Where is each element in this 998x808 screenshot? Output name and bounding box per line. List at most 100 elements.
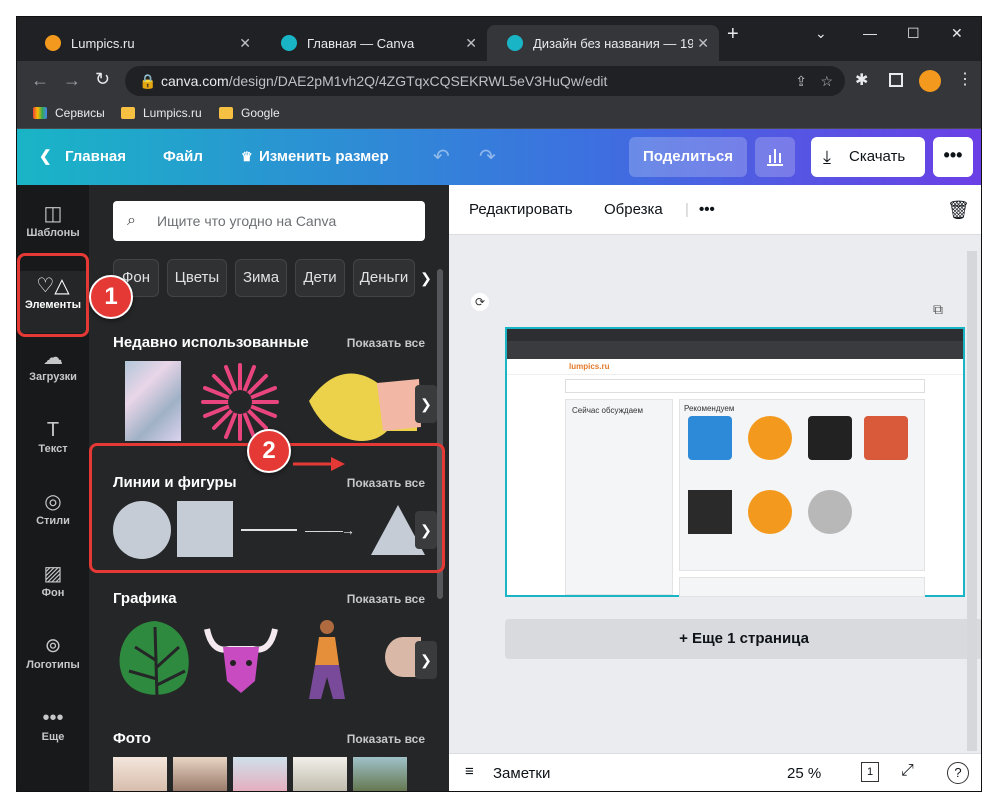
step-badge-2: 2 (247, 429, 291, 473)
background-pattern-icon: ▨ (43, 563, 63, 585)
home-button[interactable]: Главная (65, 129, 126, 185)
chip-money[interactable]: Деньги (353, 259, 415, 297)
profile-avatar[interactable] (919, 70, 941, 92)
bookmark-star-icon[interactable]: ☆ (820, 66, 833, 96)
maximize-icon[interactable]: ☐ (907, 25, 920, 42)
add-page-button[interactable]: + Еще 1 страница (505, 619, 981, 659)
resize-button[interactable]: Изменить размер (259, 129, 389, 185)
chip-kids[interactable]: Дети (295, 259, 345, 297)
rotate-icon[interactable]: ⟳ (471, 293, 489, 311)
fullscreen-icon[interactable]: ⤢ (901, 762, 914, 780)
close-tab-icon[interactable]: ✕ (239, 35, 251, 52)
tab-canva-design[interactable]: Дизайн без названия — 1938 ✕ (487, 25, 719, 61)
rail-label: Фон (41, 587, 65, 599)
bookmark-services[interactable]: Сервисы (33, 106, 105, 120)
embedded-discussed-heading: Сейчас обсуждаем (572, 406, 643, 415)
close-window-icon[interactable]: ✕ (951, 25, 963, 42)
share-button[interactable]: Поделиться (629, 137, 747, 177)
help-icon[interactable]: ? (947, 762, 969, 784)
embedded-bottom-row (679, 577, 925, 597)
holographic-texture-image[interactable] (125, 361, 181, 441)
share-page-icon[interactable]: ⇪ (795, 66, 807, 96)
zoom-level[interactable]: 25 % (787, 765, 821, 782)
file-menu[interactable]: Файл (163, 129, 203, 185)
menu-icon[interactable]: ⋮ (957, 69, 973, 89)
crop-button[interactable]: Обрезка (604, 185, 663, 235)
back-icon[interactable]: ← (31, 70, 49, 91)
embedded-tile-image (688, 416, 732, 460)
rail-styles[interactable]: ◎ Стили (17, 489, 89, 527)
notes-icon: ≡ (465, 763, 474, 780)
download-button[interactable]: ⤓ Скачать (811, 137, 925, 177)
trash-icon[interactable]: 🗑 (947, 185, 970, 235)
editor-footer: ≡ Заметки 25 % 1 ⤢ ? (449, 753, 981, 791)
tab-search-icon[interactable]: ⌄ (815, 25, 827, 42)
insights-button[interactable] (755, 137, 795, 177)
graphics-next-icon[interactable]: ❯ (415, 641, 437, 679)
photo-thumbnail[interactable] (233, 757, 287, 791)
rail-more[interactable]: ••• Еще (17, 705, 89, 743)
close-tab-icon[interactable]: ✕ (465, 35, 477, 52)
address-bar[interactable]: 🔒 canva.com/design/DAE2pM1vh2Q/4ZGTqxCQS… (125, 66, 845, 96)
photo-thumbnail[interactable] (353, 757, 407, 791)
canva-favicon-icon (281, 35, 297, 51)
close-tab-icon[interactable]: ✕ (693, 35, 709, 52)
embedded-tile-image (748, 416, 792, 460)
undo-icon[interactable]: ↶ (433, 129, 450, 185)
bookmark-google[interactable]: Google (219, 106, 280, 120)
photo-thumbnail[interactable] (173, 757, 227, 791)
design-page-image[interactable]: lumpics.ru Сейчас обсуждаем Рекомендуем (505, 327, 965, 597)
chip-flowers[interactable]: Цветы (167, 259, 227, 297)
extensions-icon[interactable]: ✱ (855, 70, 868, 90)
rail-uploads[interactable]: ☁ Загрузки (17, 345, 89, 383)
fabric-hand-element[interactable] (307, 361, 423, 445)
bull-head-graphic[interactable] (201, 619, 281, 699)
edit-button[interactable]: Редактировать (469, 185, 573, 235)
tab-title: Дизайн без названия — 1938 (533, 35, 709, 51)
redo-icon[interactable]: ↷ (479, 129, 496, 185)
download-icon: ⤓ (823, 147, 831, 167)
search-placeholder: Ищите что угодно на Canva (157, 213, 337, 229)
woman-figure-graphic[interactable] (295, 617, 355, 701)
templates-icon: ◫ (43, 203, 63, 225)
forward-icon[interactable]: → (63, 70, 81, 91)
search-input[interactable]: ⌕ Ищите что угодно на Canva (113, 201, 425, 241)
search-icon: ⌕ (127, 212, 136, 229)
minimize-icon[interactable]: — (863, 25, 877, 41)
more-tools-button[interactable]: ••• (699, 185, 715, 235)
notes-button[interactable]: Заметки (493, 765, 550, 782)
text-icon: T (46, 419, 60, 441)
tab-lumpics[interactable]: Lumpics.ru ✕ (25, 25, 261, 61)
more-options-button[interactable]: ••• (933, 137, 973, 177)
url-path: /design/DAE2pM1vh2Q/4ZGTqxCQSEKRWL5eV3Hu… (228, 73, 608, 89)
photo-thumbnail[interactable] (293, 757, 347, 791)
chips-next-icon[interactable]: ❯ (415, 259, 437, 297)
graphics-show-all[interactable]: Показать все (347, 592, 425, 606)
recent-next-icon[interactable]: ❯ (415, 385, 437, 423)
url-domain: canva.com (161, 73, 229, 89)
rail-background[interactable]: ▨ Фон (17, 561, 89, 599)
embedded-tile-image (808, 490, 852, 534)
folder-icon (121, 107, 135, 119)
photo-thumbnail[interactable] (113, 757, 167, 791)
tab-strip: Lumpics.ru ✕ Главная — Canva ✕ Дизайн бе… (17, 17, 981, 61)
duplicate-page-icon[interactable]: ⧉ (933, 301, 943, 318)
rail-templates[interactable]: ◫ Шаблоны (17, 201, 89, 239)
reload-icon[interactable]: ↻ (95, 69, 110, 90)
bookmark-lumpics[interactable]: Lumpics.ru (121, 106, 202, 120)
rail-text[interactable]: T Текст (17, 417, 89, 455)
embedded-tile-image (808, 416, 852, 460)
rail-logos[interactable]: ⊚ Логотипы (17, 633, 89, 671)
embedded-site-logo: lumpics.ru (569, 362, 610, 371)
chip-winter[interactable]: Зима (235, 259, 287, 297)
page-count-button[interactable]: 1 (861, 762, 879, 782)
monstera-leaf-graphic[interactable] (115, 617, 197, 701)
new-tab-icon[interactable]: + (727, 23, 739, 46)
vertical-scrollbar[interactable] (967, 251, 977, 751)
tab-canva-home[interactable]: Главная — Canva ✕ (261, 25, 487, 61)
crown-icon: ♛ (241, 149, 253, 164)
back-chevron-icon[interactable]: ❮ (39, 129, 52, 185)
recent-show-all[interactable]: Показать все (347, 336, 425, 350)
photos-show-all[interactable]: Показать все (347, 732, 425, 746)
sidebar-icon[interactable] (889, 73, 903, 87)
